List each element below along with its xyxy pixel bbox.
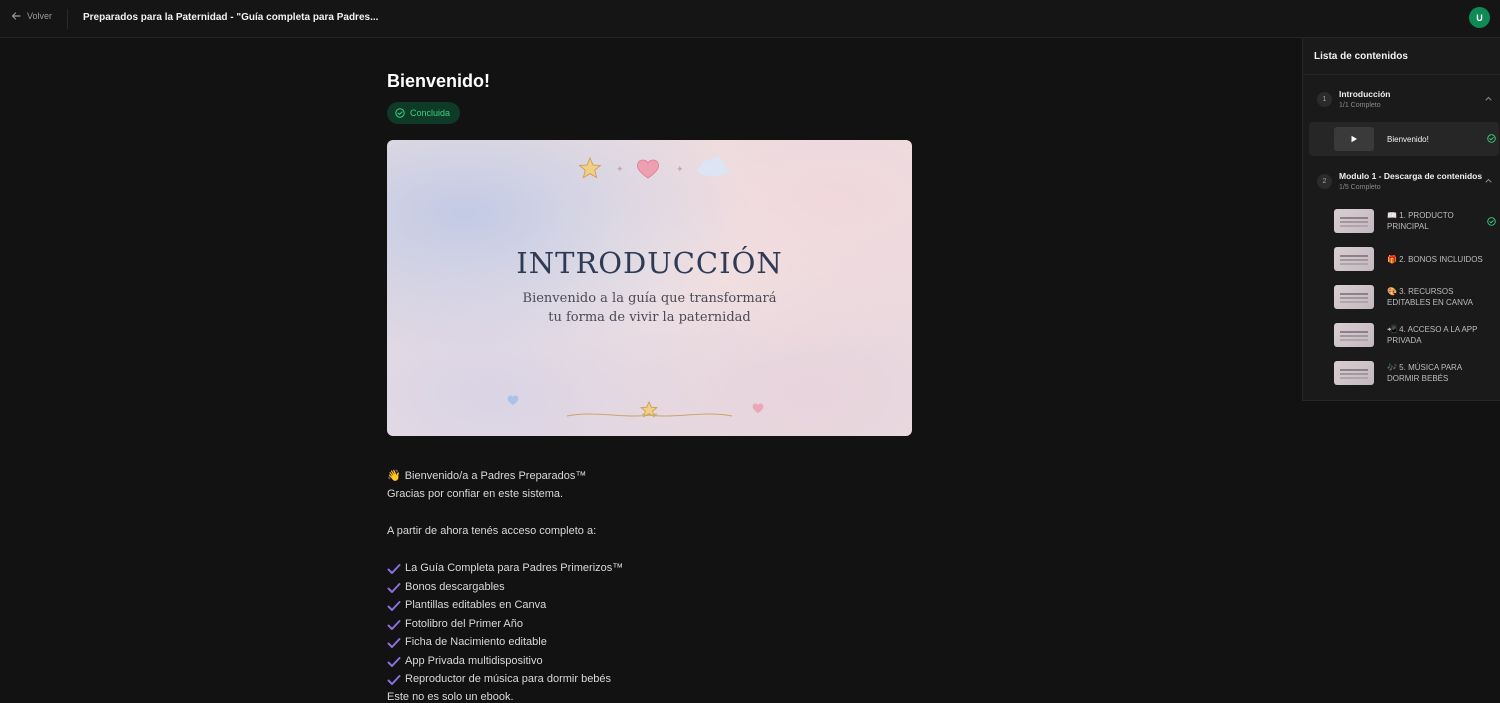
lesson-label: 🎨 3. RECURSOS EDITABLES EN CANVA: [1387, 287, 1473, 307]
intro-line-1-text: Bienvenido/a a Padres Preparados™: [404, 470, 587, 482]
module-name: Modulo 1 - Descarga de contenidos: [1339, 171, 1483, 181]
status-badge: Concluida: [387, 102, 461, 124]
content-list-sidebar: Lista de contenidos 1 Introducción 1/1 C…: [1302, 38, 1500, 401]
module-name: Introducción: [1339, 89, 1391, 99]
intro-line-1: 👋 Bienvenido/a a Padres Preparados™: [387, 469, 586, 482]
cloud-icon: [697, 157, 729, 176]
lesson-label: Bienvenido!: [1387, 135, 1429, 144]
checklist-item: Bonos descargables: [405, 581, 505, 593]
check-circle-icon: [1487, 134, 1496, 143]
divider: [67, 9, 68, 29]
heart-icon: [637, 159, 659, 179]
module-number: 2: [1317, 174, 1332, 189]
sidebar-title: Lista de contenidos: [1314, 51, 1408, 62]
lesson-label: 🎶 5. MÚSICA PARA DORMIR BEBÉS: [1387, 363, 1462, 383]
lesson-thumbnail: [1334, 127, 1374, 151]
waving-hand-icon: 👋: [387, 470, 401, 482]
checkmark-icon: [387, 583, 401, 593]
checklist-item: App Privada multidispositivo: [405, 655, 543, 667]
checklist-item: Plantillas editables en Canva: [405, 599, 547, 611]
status-label: Concluida: [410, 108, 451, 118]
check-circle-icon: [1487, 217, 1496, 226]
checklist-item: Fotolibro del Primer Año: [405, 618, 523, 630]
back-button[interactable]: Volver: [11, 11, 52, 21]
lesson-thumbnail: [1334, 323, 1374, 347]
lesson-thumbnail: [1334, 285, 1374, 309]
module-number: 1: [1317, 92, 1332, 107]
star-icon: [578, 156, 602, 179]
lesson-thumbnail: [1334, 247, 1374, 271]
cover-decorations: ✦ ✦: [507, 156, 764, 418]
lesson-title: Bienvenido!: [387, 71, 491, 91]
svg-text:✦: ✦: [676, 165, 684, 175]
checklist-item: La Guía Completa para Padres Primerizos™: [405, 562, 624, 574]
checkmark-icon: [387, 675, 401, 685]
back-label: Volver: [27, 11, 53, 21]
checkmark-icon: [387, 657, 401, 667]
checkmark-icon: [387, 564, 401, 574]
module-progress: 1/1 Completo: [1339, 102, 1381, 109]
chevron-up-icon[interactable]: [1484, 176, 1493, 185]
lesson-label: 📖 1. PRODUCTO PRINCIPAL: [1387, 211, 1454, 231]
lesson-thumbnail: [1334, 361, 1374, 385]
intro-line-2: Gracias por confiar en este sistema.: [387, 488, 564, 500]
checkmark-icon: [387, 620, 401, 630]
checkmark-icon: [387, 601, 401, 611]
closing-line: Este no es solo un ebook.: [387, 691, 514, 703]
play-icon: [1351, 135, 1357, 143]
course-title: Preparados para la Paternidad - "Guía co…: [83, 12, 379, 23]
module-progress: 1/5 Completo: [1339, 184, 1381, 191]
checkmark-icon: [387, 638, 401, 648]
arrow-left-icon: [11, 12, 21, 20]
access-line: A partir de ahora tenés acceso completo …: [387, 525, 597, 537]
cover-title: INTRODUCCIÓN: [516, 246, 783, 280]
checklist-item: Reproductor de música para dormir bebés: [405, 673, 612, 685]
lesson-label: 📲 4. ACCESO A LA APP PRIVADA: [1387, 325, 1478, 345]
top-bar: Volver Preparados para la Paternidad - "…: [0, 0, 1500, 38]
user-avatar[interactable]: U: [1469, 7, 1490, 28]
lesson-cover-image: ✦ ✦ INTRODUCCIÓN Bienvenido a la guía qu…: [387, 140, 912, 436]
check-circle-icon: [395, 108, 405, 118]
lesson-thumbnail: [1334, 209, 1374, 233]
checklist-item: Ficha de Nacimiento editable: [405, 636, 547, 648]
chevron-up-icon[interactable]: [1484, 94, 1493, 103]
cover-subtitle-line-2: tu forma de vivir la paternidad: [548, 310, 751, 325]
svg-text:✦: ✦: [616, 165, 624, 175]
divider: [1303, 74, 1500, 75]
cover-subtitle-line-1: Bienvenido a la guía que transformará: [522, 291, 777, 306]
lesson-label: 🎁 2. BONOS INCLUIDOS: [1387, 255, 1483, 264]
